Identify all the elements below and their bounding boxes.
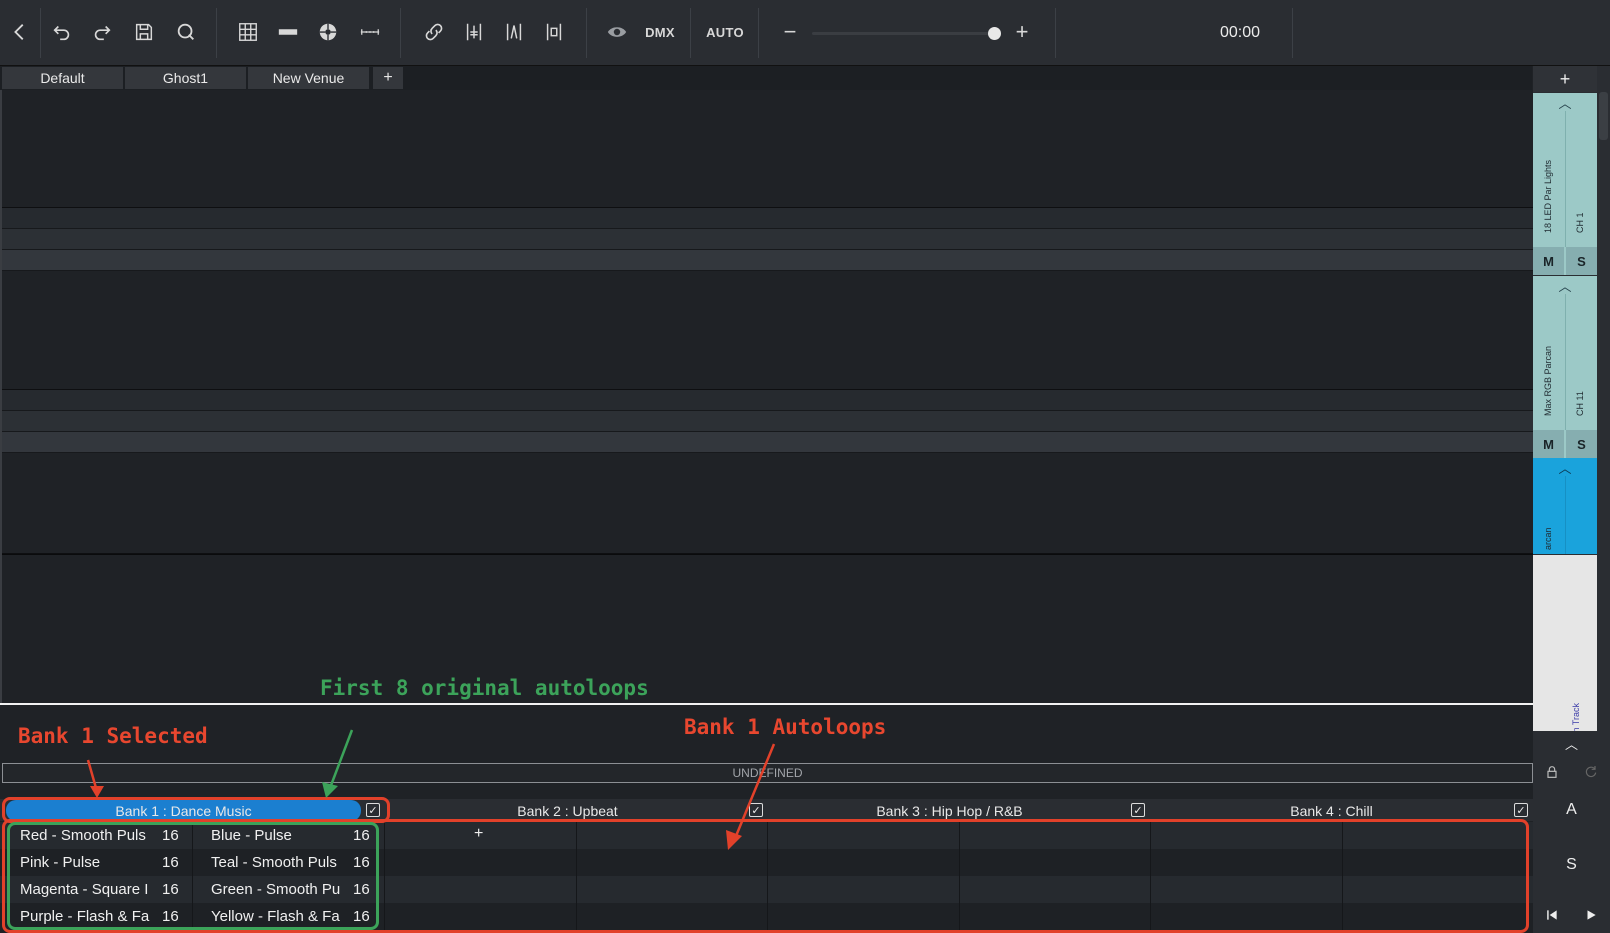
align-left-icon[interactable] — [460, 14, 488, 50]
playhead-divider — [0, 703, 1533, 705]
toolbar-divider — [690, 8, 691, 58]
toolbar-divider — [216, 8, 217, 58]
main-track-lane[interactable] — [2, 554, 1535, 705]
sub-lane[interactable] — [2, 390, 1535, 411]
app-window: DMX AUTO − + 00:00 Default Ghost1 New Ve… — [0, 0, 1610, 933]
lock-icon[interactable] — [1533, 757, 1571, 787]
track-channel: CH 1 — [1575, 212, 1585, 233]
zoom-slider-track[interactable] — [812, 32, 996, 35]
bank-4-checkbox[interactable]: ✓ — [1514, 803, 1528, 817]
timeline-area[interactable] — [0, 90, 1535, 705]
track-channel: CH 11 — [1575, 391, 1585, 416]
track-divider — [1565, 111, 1566, 247]
bank-3-checkbox[interactable]: ✓ — [1131, 803, 1145, 817]
scrollbar-thumb[interactable] — [1599, 92, 1608, 140]
color-wheel-icon[interactable] — [314, 14, 342, 50]
track-header-led-par[interactable]: ︿ 18 LED Par Lights CH 1 M S — [1533, 93, 1597, 275]
venue-tabs: Default Ghost1 New Venue + — [0, 66, 1532, 90]
sub-lane[interactable] — [2, 208, 1535, 229]
save-icon[interactable] — [130, 14, 158, 50]
track-name: 18 LED Par Lights — [1543, 159, 1553, 233]
link-icon[interactable] — [420, 14, 448, 50]
track-lane[interactable] — [2, 90, 1535, 208]
refresh-icon[interactable] — [1572, 757, 1610, 787]
toolbar-divider — [586, 8, 587, 58]
collapse-chevron-icon[interactable]: ︿ — [1533, 276, 1597, 294]
skip-back-icon[interactable] — [1533, 900, 1571, 930]
distribute-icon[interactable] — [500, 14, 528, 50]
zoom-slider-knob[interactable] — [988, 27, 1001, 40]
add-track-button[interactable]: + — [1533, 66, 1597, 92]
sub-lane[interactable] — [2, 250, 1535, 271]
track-divider — [1565, 476, 1566, 554]
track-lane[interactable] — [2, 454, 1535, 554]
sub-lane[interactable] — [2, 229, 1535, 250]
annotation-box-first8 — [7, 822, 379, 930]
quantize-icon[interactable] — [172, 14, 200, 50]
play-icon[interactable] — [1572, 900, 1610, 930]
collapse-chevron-icon[interactable]: ︿ — [1533, 93, 1597, 111]
back-icon[interactable] — [8, 14, 32, 50]
track-header-rgb-parcan[interactable]: ︿ Max RGB Parcan CH 11 M S — [1533, 276, 1597, 458]
toolbar-divider — [400, 8, 401, 58]
tab-ghost1[interactable]: Ghost1 — [125, 67, 247, 89]
toolbar: DMX AUTO − + 00:00 — [0, 0, 1610, 66]
autoloop-a-button[interactable]: A — [1533, 795, 1610, 825]
bank-2-tab[interactable]: Bank 2 : Upbeat — [390, 800, 745, 821]
sub-lane[interactable] — [2, 411, 1535, 432]
solo-button[interactable]: S — [1566, 247, 1597, 275]
bar-icon[interactable] — [274, 14, 302, 50]
main-track-header[interactable]: Main Track — [1533, 555, 1597, 755]
track-divider — [1565, 294, 1566, 430]
annotation-bank1-autoloops: Bank 1 Autoloops — [684, 715, 887, 739]
annotation-bank1-selected: Bank 1 Selected — [18, 724, 208, 748]
toolbar-divider — [758, 8, 759, 58]
add-tab-button[interactable]: + — [373, 67, 403, 89]
visibility-icon[interactable] — [603, 14, 631, 50]
mute-button[interactable]: M — [1533, 247, 1564, 275]
bank-3-tab[interactable]: Bank 3 : Hip Hop / R&B — [772, 800, 1127, 821]
toolbar-divider — [1292, 8, 1293, 58]
ruler-icon[interactable] — [356, 14, 384, 50]
toolbar-divider — [1055, 8, 1056, 58]
arrow-head-green — [322, 782, 338, 798]
autoloop-s-button[interactable]: S — [1533, 850, 1610, 880]
undefined-lane[interactable]: UNDEFINED — [2, 763, 1533, 783]
dmx-button[interactable]: DMX — [640, 14, 680, 50]
tab-new-venue[interactable]: New Venue — [248, 67, 370, 89]
redo-icon[interactable] — [88, 14, 116, 50]
zoom-out-button[interactable]: − — [778, 14, 802, 50]
align-center-icon[interactable] — [540, 14, 568, 50]
track-header-parcan[interactable]: ︿ arcan — [1533, 458, 1597, 554]
undo-icon[interactable] — [48, 14, 76, 50]
toolbar-divider — [40, 8, 41, 58]
track-name: Max RGB Parcan — [1543, 345, 1553, 416]
track-lane[interactable] — [2, 272, 1535, 390]
track-name: arcan — [1543, 527, 1553, 550]
sub-lane[interactable] — [2, 432, 1535, 453]
collapse-chevron-icon[interactable]: ︿ — [1533, 458, 1597, 476]
auto-button[interactable]: AUTO — [703, 14, 747, 50]
mute-button[interactable]: M — [1533, 430, 1564, 458]
grid-icon[interactable] — [234, 14, 262, 50]
tab-default[interactable]: Default — [2, 67, 124, 89]
zoom-in-button[interactable]: + — [1010, 14, 1034, 50]
annotation-first8: First 8 original autoloops — [320, 676, 649, 700]
time-display: 00:00 — [1220, 24, 1261, 41]
bank-4-tab[interactable]: Bank 4 : Chill — [1154, 800, 1509, 821]
solo-button[interactable]: S — [1566, 430, 1597, 458]
bank-2-checkbox[interactable]: ✓ — [749, 803, 763, 817]
